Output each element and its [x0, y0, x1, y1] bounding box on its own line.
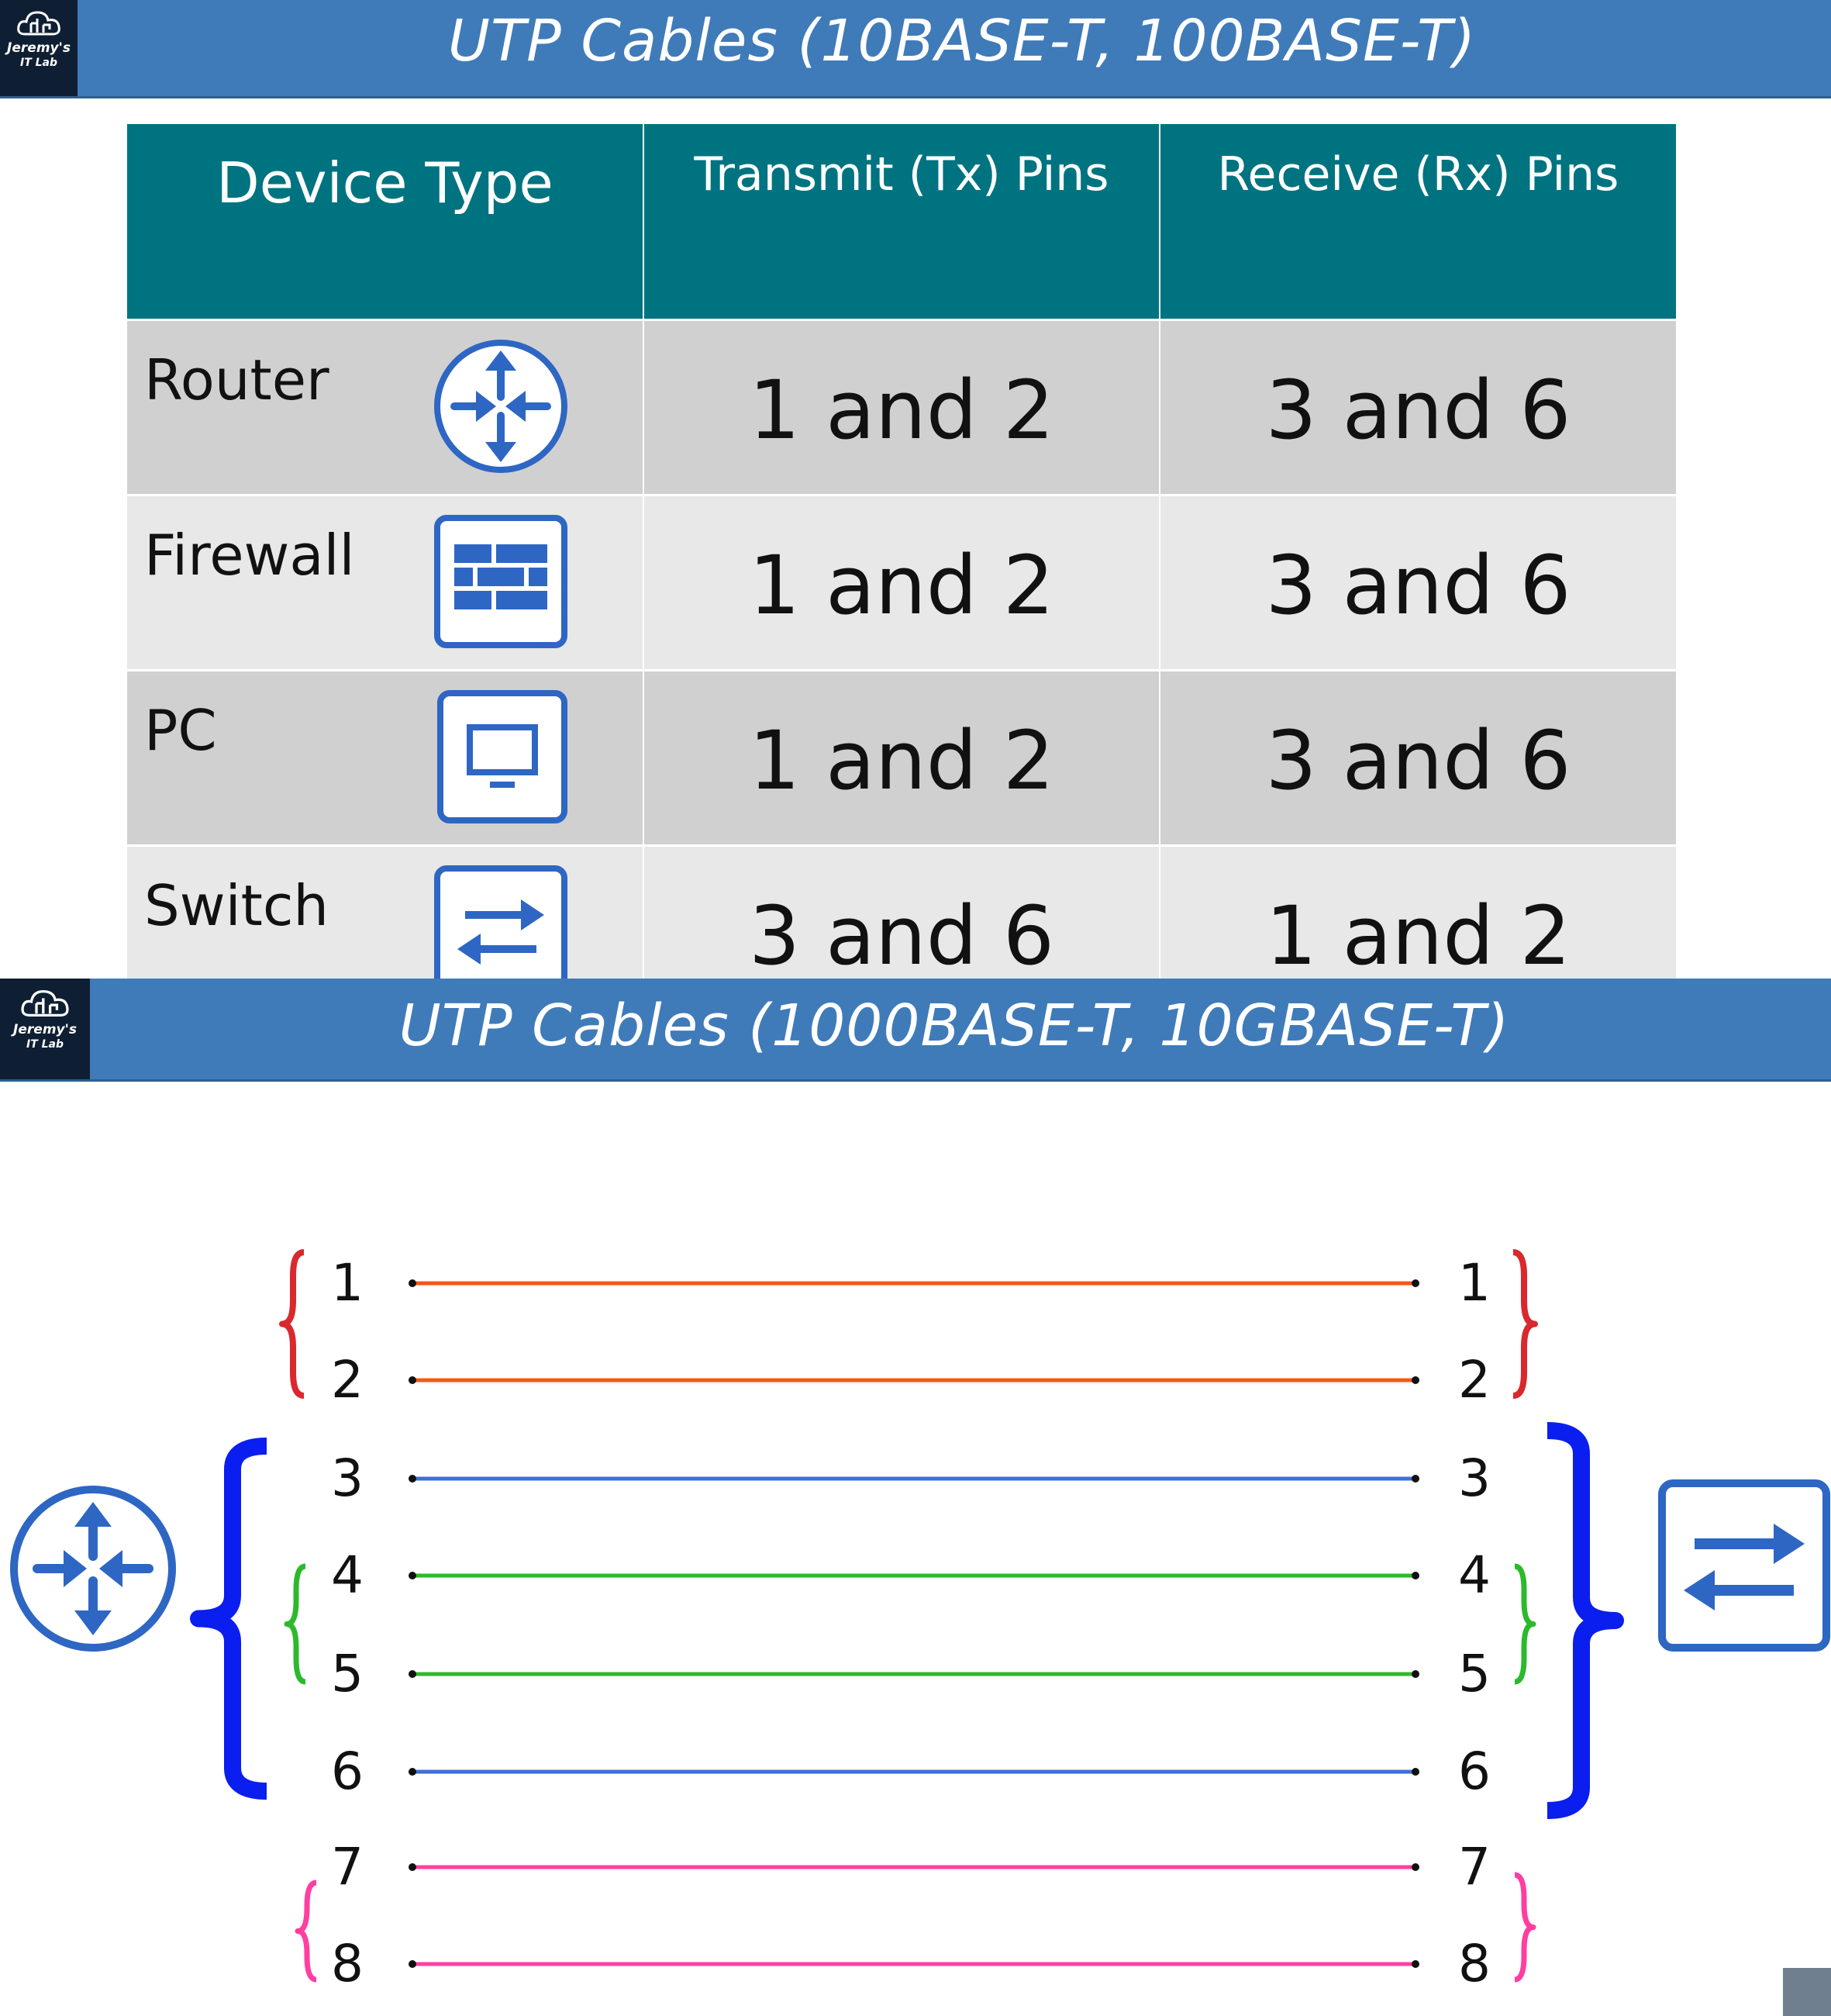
router-icon	[10, 1486, 176, 1652]
table-row: PC 1 and 2 3 and 6	[127, 669, 1676, 846]
wire-end-dot	[409, 1960, 416, 1968]
slide-title-bar: Jeremy's IT Lab UTP Cables (10BASE-T, 10…	[0, 0, 1831, 98]
wire-layer: 1 1 2 2 3 3 4 4 5 5 6 6 7 7 8 8	[190, 1249, 1624, 1994]
wire-end-dot	[409, 1376, 416, 1384]
wire-end-dot	[409, 1572, 416, 1579]
rx-pins-cell: 3 and 6	[1160, 319, 1676, 495]
header-tx-pins: Transmit (Tx) Pins	[643, 124, 1160, 320]
device-name: Firewall	[144, 523, 355, 588]
tx-pins-cell: 1 and 2	[643, 319, 1160, 495]
device-cell: PC	[127, 669, 644, 846]
pin-label-left: 3	[331, 1448, 364, 1508]
header-rx-pins: Receive (Rx) Pins	[1160, 124, 1676, 320]
rx-pins-cell: 3 and 6	[1160, 494, 1676, 671]
wire-end-dot	[1412, 1670, 1419, 1678]
slide-title: UTP Cables (1000BASE-T, 10GBASE-T)	[398, 992, 1510, 1059]
pin-label-left: 8	[331, 1934, 364, 1994]
pin-label-left: 1	[331, 1253, 364, 1313]
pin-label-right: 2	[1458, 1350, 1491, 1410]
wire-end-dot	[409, 1670, 416, 1678]
pair-brace	[1514, 1563, 1536, 1685]
wire-end-dot	[409, 1279, 416, 1287]
device-name: Switch	[144, 873, 329, 938]
tx-pins-cell: 1 and 2	[643, 494, 1160, 671]
pair-brace	[1514, 1872, 1536, 1983]
switch-icon	[1658, 1479, 1830, 1652]
table-row: Router 1 and 2 3 and 6	[127, 319, 1676, 495]
pin-label-right: 4	[1458, 1545, 1491, 1605]
device-name: PC	[144, 698, 217, 763]
pin-label-right: 8	[1458, 1934, 1491, 1994]
pair-brace	[1547, 1422, 1624, 1819]
pair-brace	[284, 1563, 306, 1685]
wire-end-dot	[1412, 1279, 1419, 1287]
pair-brace	[279, 1249, 305, 1399]
device-name: Router	[144, 347, 329, 413]
pin-label-right: 7	[1458, 1837, 1491, 1897]
pin-label-right: 3	[1458, 1448, 1491, 1508]
wire-end-dot	[1412, 1768, 1419, 1776]
pair-brace	[295, 1880, 317, 1983]
header-device-type: Device Type	[127, 124, 644, 320]
wire-end-dot	[1412, 1960, 1419, 1968]
wiring-diagram: 1 1 2 2 3 3 4 4 5 5 6 6 7 7 8 8	[10, 1249, 1830, 1994]
pin-label-left: 2	[331, 1350, 364, 1410]
pair-brace	[1512, 1249, 1538, 1399]
pin-label-left: 6	[331, 1742, 364, 1801]
device-cell: Router	[127, 319, 644, 495]
wire-end-dot	[1412, 1572, 1419, 1579]
wire-end-dot	[1412, 1475, 1419, 1483]
pair-brace	[190, 1438, 267, 1800]
rx-pins-cell: 3 and 6	[1160, 669, 1676, 846]
firewall-icon	[434, 515, 567, 648]
pc-icon	[437, 690, 567, 823]
pin-label-right: 6	[1458, 1742, 1491, 1801]
pin-label-right: 1	[1458, 1253, 1491, 1313]
wire-end-dot	[1412, 1863, 1419, 1871]
wire-end-dot	[409, 1768, 416, 1776]
slide-title-bar: Jeremy's IT Lab UTP Cables (1000BASE-T, …	[0, 979, 1831, 1082]
pin-label-left: 4	[331, 1545, 364, 1605]
pin-assignment-table: Device Type Transmit (Tx) Pins Receive (…	[127, 124, 1676, 1020]
pin-label-right: 5	[1458, 1644, 1491, 1704]
wire-end-dot	[409, 1475, 416, 1483]
table-row: Firewall 1 and 2 3 and 6	[127, 494, 1676, 671]
pin-label-left: 7	[331, 1837, 364, 1897]
slide-title: UTP Cables (10BASE-T, 100BASE-T)	[447, 8, 1477, 74]
corner-logo	[1783, 1968, 1831, 2016]
tx-pins-cell: 1 and 2	[643, 669, 1160, 846]
device-cell: Firewall	[127, 494, 644, 671]
router-icon	[434, 340, 567, 473]
table-header-row: Device Type Transmit (Tx) Pins Receive (…	[127, 124, 1676, 320]
pin-label-left: 5	[331, 1644, 364, 1704]
wire-end-dot	[409, 1863, 416, 1871]
wire-end-dot	[1412, 1376, 1419, 1384]
